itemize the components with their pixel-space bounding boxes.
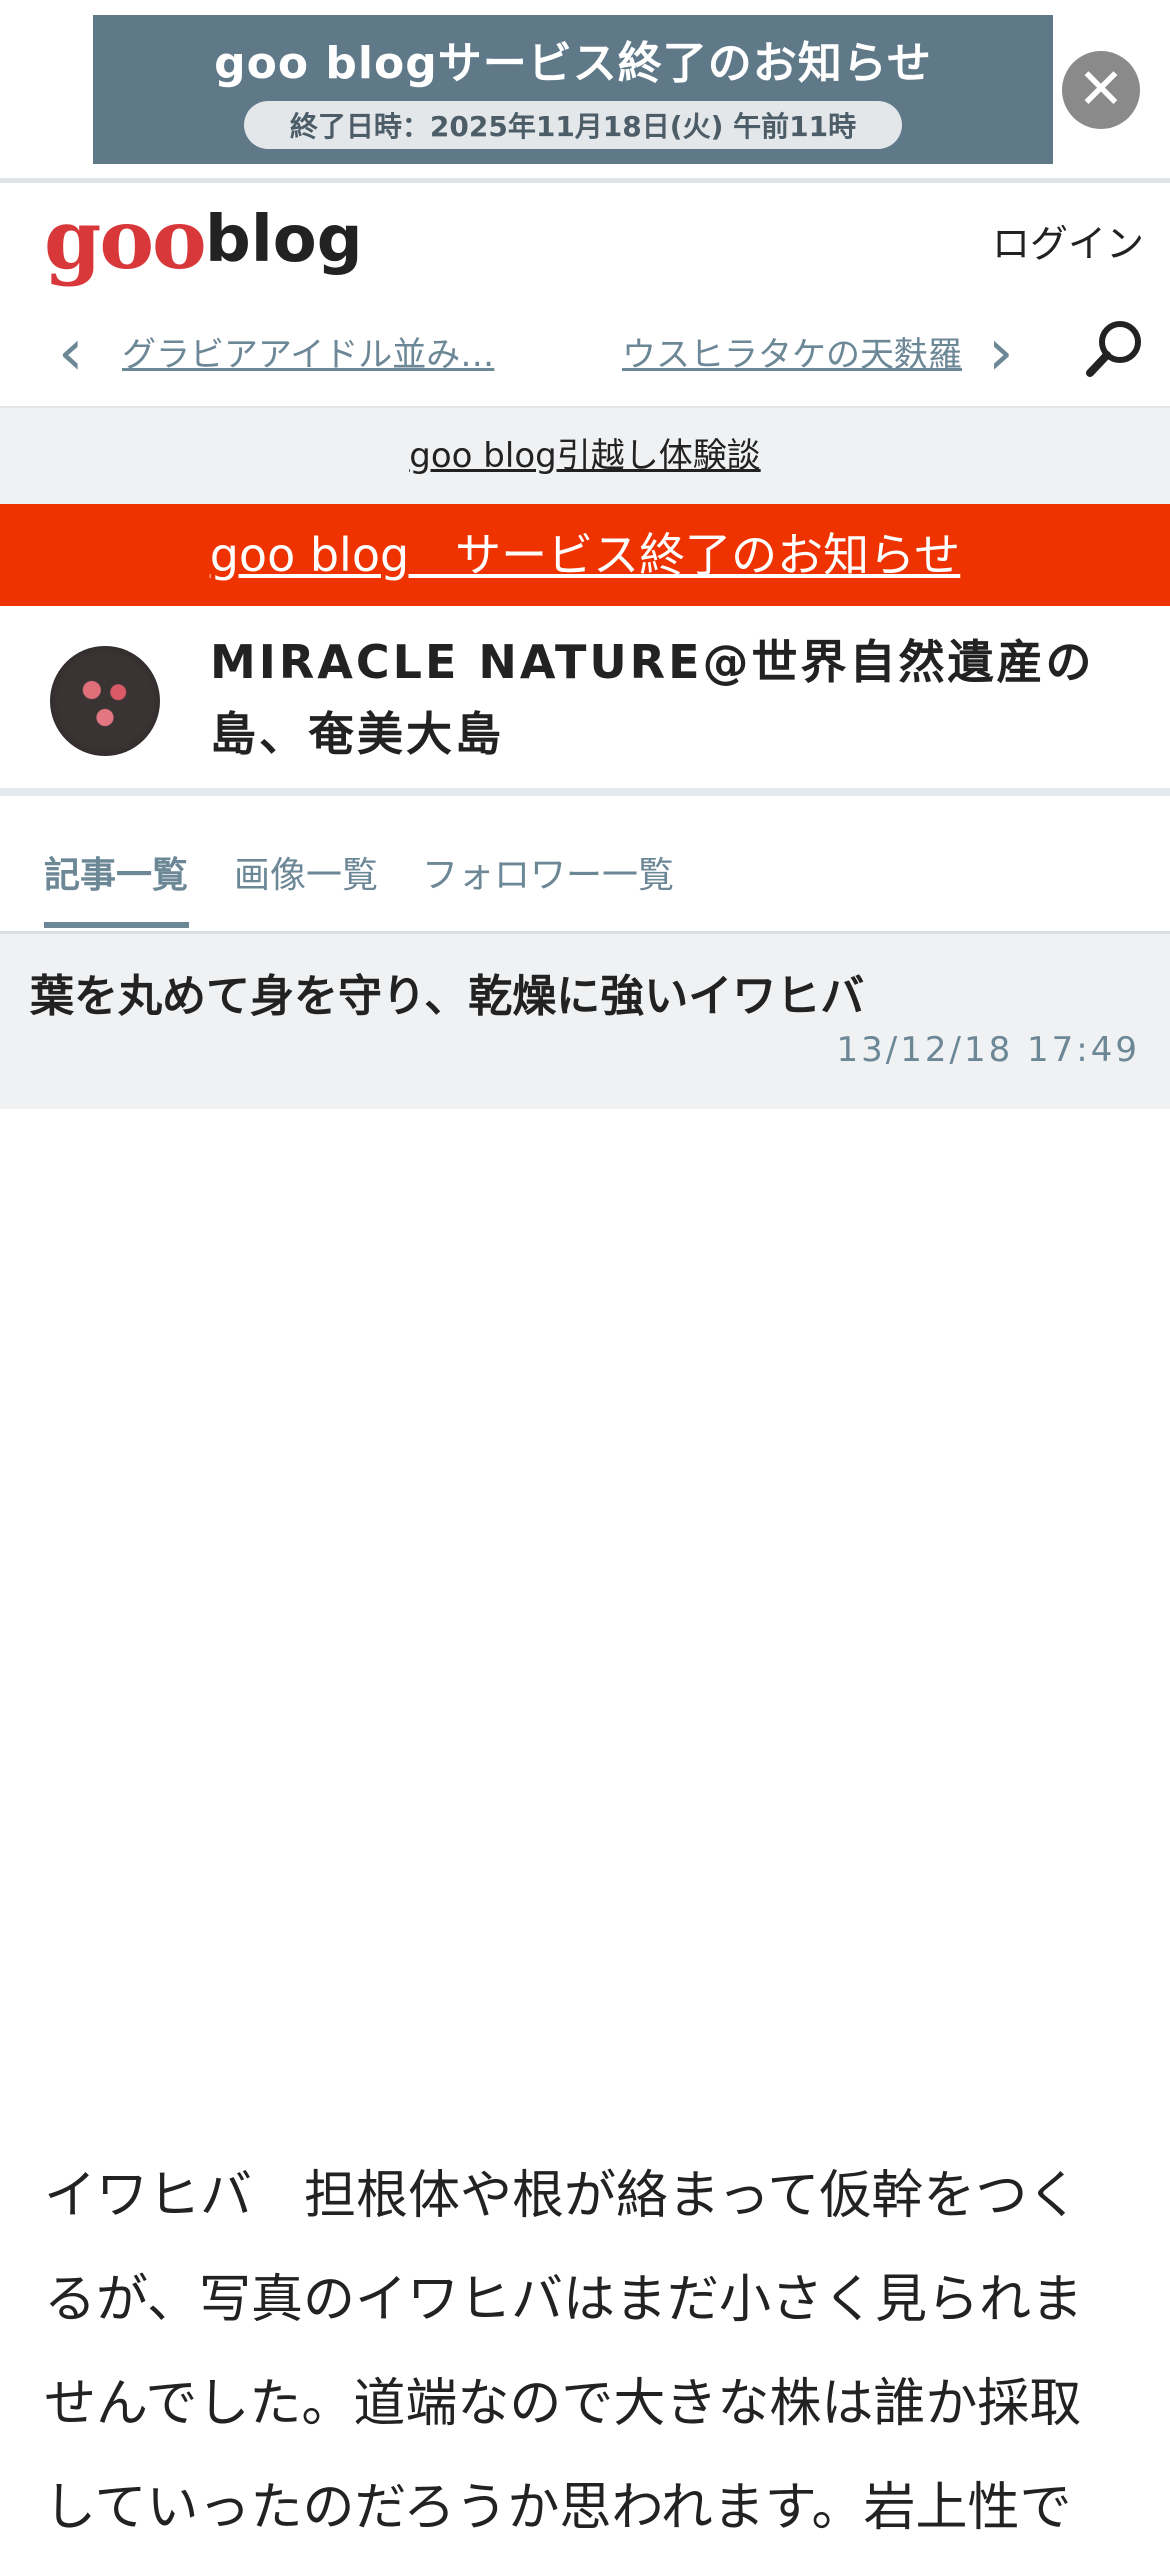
site-header: goo blog ログイン [0, 183, 1170, 293]
chevron-right-icon[interactable]: › [988, 321, 1014, 385]
chevron-left-icon[interactable]: ‹ [58, 321, 84, 385]
article-title: 葉を丸めて身を守り、乾燥に強いイワヒバ [30, 971, 865, 1022]
blog-title[interactable]: MIRACLE NATURE@世界自然遺産の島、奄美大島 [210, 626, 1100, 770]
service-end-notice-link[interactable]: goo blog サービス終了のお知らせ [0, 504, 1170, 606]
service-end-banner[interactable]: goo blogサービス終了のお知らせ 終了日時：2025年11月18日(火) … [0, 0, 1170, 183]
article-date: 13/12/18 17:49 [836, 1030, 1140, 1070]
migration-link[interactable]: goo blog引越し体験談 [0, 408, 1170, 504]
article-image-area [0, 1109, 1170, 2144]
prev-article-link[interactable]: グラビアアイドル並み… [122, 327, 494, 376]
tab-articles[interactable]: 記事一覧 [44, 846, 188, 898]
login-link[interactable]: ログイン [992, 213, 1144, 268]
goo-logo[interactable]: goo [44, 199, 207, 281]
banner-title: goo blogサービス終了のお知らせ [214, 38, 932, 89]
blog-header: MIRACLE NATURE@世界自然遺産の島、奄美大島 [0, 606, 1170, 796]
search-icon[interactable] [1082, 315, 1148, 381]
blog-tabs: 記事一覧 画像一覧 フォロワー一覧 [0, 810, 1170, 934]
avatar[interactable] [50, 646, 160, 756]
blog-logo[interactable]: blog [205, 203, 363, 277]
active-tab-indicator [44, 922, 189, 928]
next-article-link[interactable]: ウスヒラタケの天麩羅 [622, 327, 962, 376]
tab-followers[interactable]: フォロワー一覧 [422, 846, 674, 898]
close-icon[interactable]: ✕ [1062, 51, 1140, 129]
tab-images[interactable]: 画像一覧 [234, 846, 378, 898]
article-header: 葉を丸めて身を守り、乾燥に強いイワヒバ 13/12/18 17:49 [0, 934, 1170, 1109]
article-body: イワヒバ 担根体や根が絡まって仮幹をつくるが、写真のイワヒバはまだ小さく見られま… [44, 2166, 1083, 2538]
article-nav: ‹ グラビアアイドル並み… ウスヒラタケの天麩羅 › [0, 293, 1170, 408]
banner-image[interactable]: goo blogサービス終了のお知らせ 終了日時：2025年11月18日(火) … [93, 15, 1053, 164]
banner-date: 終了日時：2025年11月18日(火) 午前11時 [243, 101, 903, 149]
